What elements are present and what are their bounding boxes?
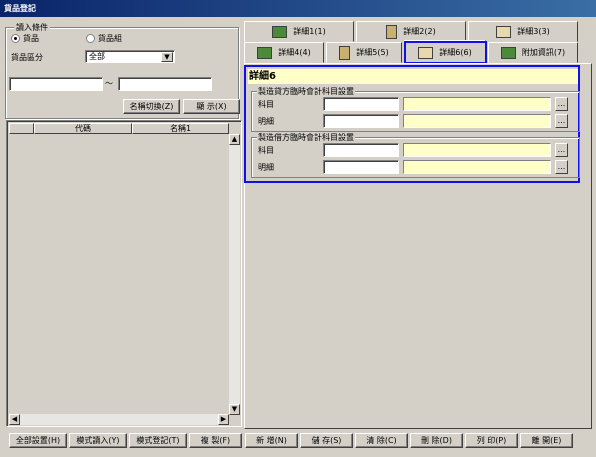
radio-goods-group-indicator[interactable] (86, 34, 95, 43)
credit-detail-code-input[interactable] (323, 114, 399, 128)
book-icon (257, 46, 273, 59)
debit-detail-name-field (403, 160, 551, 174)
tab-detail3-label: 詳細3(3) (517, 27, 550, 36)
vertical-scrollbar[interactable]: ▲ ▼ (229, 134, 240, 415)
credit-group-title: 製造貸方臨時會計科目設置 (257, 86, 355, 97)
notebook-icon (339, 45, 351, 60)
load-conditions-group: 讀入條件 貨品 貨品組 貨品區分 全部 ▼ ～ 名稱切換(Z) 顯 示(X) (5, 22, 240, 119)
exit-button[interactable]: 離 開(E) (520, 433, 573, 448)
book-icon (272, 25, 288, 38)
debit-detail-code-input[interactable] (323, 160, 399, 174)
window-title: 貨品登記 (0, 0, 596, 17)
radio-goods-group-label: 貨品組 (98, 34, 122, 43)
credit-detail-lookup-button[interactable]: ... (555, 114, 568, 128)
category-label: 貨品區分 (11, 53, 43, 62)
add-button[interactable]: 新 增(N) (245, 433, 298, 448)
show-button[interactable]: 顯 示(X) (183, 99, 240, 114)
credit-account-group: 製造貸方臨時會計科目設置 科目 ... 明細 ... (251, 86, 580, 132)
tab-detail5[interactable]: 詳細5(5) (326, 42, 402, 63)
debit-subject-code-input[interactable] (323, 143, 399, 157)
save-button[interactable]: 儲 存(S) (300, 433, 353, 448)
credit-subject-name-field (403, 97, 551, 111)
scroll-right-icon[interactable]: ▶ (218, 414, 229, 425)
scroll-left-icon[interactable]: ◀ (9, 414, 20, 425)
category-select[interactable]: 全部 ▼ (85, 50, 175, 63)
credit-detail-label: 明細 (258, 117, 274, 126)
credit-detail-name-field (403, 114, 551, 128)
credit-subject-label: 科目 (258, 100, 274, 109)
radio-goods-label: 貨品 (23, 34, 39, 43)
chevron-down-icon[interactable]: ▼ (161, 52, 173, 62)
active-tab-highlight (404, 41, 487, 64)
range-to-input[interactable] (118, 77, 212, 91)
category-select-value: 全部 (89, 52, 105, 61)
detail6-title: 詳細6 (248, 69, 578, 84)
scroll-down-icon[interactable]: ▼ (229, 404, 240, 415)
register-pattern-button[interactable]: 模式登記(T) (129, 433, 187, 448)
tab-additional-info[interactable]: 附加資訊(7) (488, 42, 578, 63)
copy-button[interactable]: 複 製(F) (189, 433, 242, 448)
tab-additional-info-label: 附加資訊(7) (521, 48, 566, 57)
debit-account-group: 製造借方臨時會計科目設置 科目 ... 明細 ... (251, 132, 580, 178)
card-icon (496, 25, 512, 38)
column-header-blank[interactable] (9, 123, 34, 134)
right-pane: 詳細1(1) 詳細2(2) 詳細3(3) 詳細4(4) 詳細5(5) 詳細6(6… (244, 19, 592, 429)
debit-subject-lookup-button[interactable]: ... (555, 143, 568, 157)
debit-detail-label: 明細 (258, 163, 274, 172)
tab-detail4-label: 詳細4(4) (278, 48, 311, 57)
goods-list[interactable]: 代碼 名稱1 ▲ ▼ ◀ ▶ (6, 120, 242, 427)
column-header-code[interactable]: 代碼 (34, 123, 132, 134)
delete-button[interactable]: 刪 除(D) (410, 433, 463, 448)
column-header-name1[interactable]: 名稱1 (132, 123, 229, 134)
tab-detail5-label: 詳細5(5) (356, 48, 389, 57)
credit-subject-code-input[interactable] (323, 97, 399, 111)
radio-goods-group[interactable]: 貨品組 (86, 33, 122, 44)
bottom-button-bar: 全部設置(H) 模式讀入(Y) 模式登記(T) 複 製(F) 新 增(N) 儲 … (0, 433, 596, 450)
set-all-button[interactable]: 全部設置(H) (9, 433, 67, 448)
load-pattern-button[interactable]: 模式讀入(Y) (69, 433, 127, 448)
goods-list-header: 代碼 名稱1 (9, 123, 229, 134)
tab-detail3[interactable]: 詳細3(3) (468, 21, 578, 42)
book-icon (500, 46, 516, 59)
load-conditions-legend: 讀入條件 (14, 22, 50, 33)
range-tilde: ～ (105, 79, 113, 88)
debit-detail-lookup-button[interactable]: ... (555, 160, 568, 174)
detail6-selection-frame: 詳細6 製造貸方臨時會計科目設置 科目 ... 明細 ... 製造借方臨時會計科… (244, 65, 580, 183)
tab-detail2-label: 詳細2(2) (403, 27, 436, 36)
tab-detail1-label: 詳細1(1) (293, 27, 326, 36)
debit-subject-name-field (403, 143, 551, 157)
left-pane: 讀入條件 貨品 貨品組 貨品區分 全部 ▼ ～ 名稱切換(Z) 顯 示(X) 代… (3, 19, 242, 427)
scroll-up-icon[interactable]: ▲ (229, 134, 240, 145)
radio-goods-indicator[interactable] (11, 34, 20, 43)
clear-button[interactable]: 清 除(C) (355, 433, 408, 448)
print-button[interactable]: 列 印(P) (465, 433, 518, 448)
tab-detail1[interactable]: 詳細1(1) (244, 21, 354, 42)
range-from-input[interactable] (9, 77, 103, 91)
credit-subject-lookup-button[interactable]: ... (555, 97, 568, 111)
tab-detail4[interactable]: 詳細4(4) (244, 42, 324, 63)
name-switch-button[interactable]: 名稱切換(Z) (123, 99, 180, 114)
debit-group-title: 製造借方臨時會計科目設置 (257, 132, 355, 143)
notebook-icon (386, 24, 398, 39)
debit-subject-label: 科目 (258, 146, 274, 155)
tab-detail2[interactable]: 詳細2(2) (356, 21, 466, 42)
horizontal-scrollbar[interactable]: ◀ ▶ (9, 414, 229, 425)
radio-goods[interactable]: 貨品 (11, 33, 39, 44)
